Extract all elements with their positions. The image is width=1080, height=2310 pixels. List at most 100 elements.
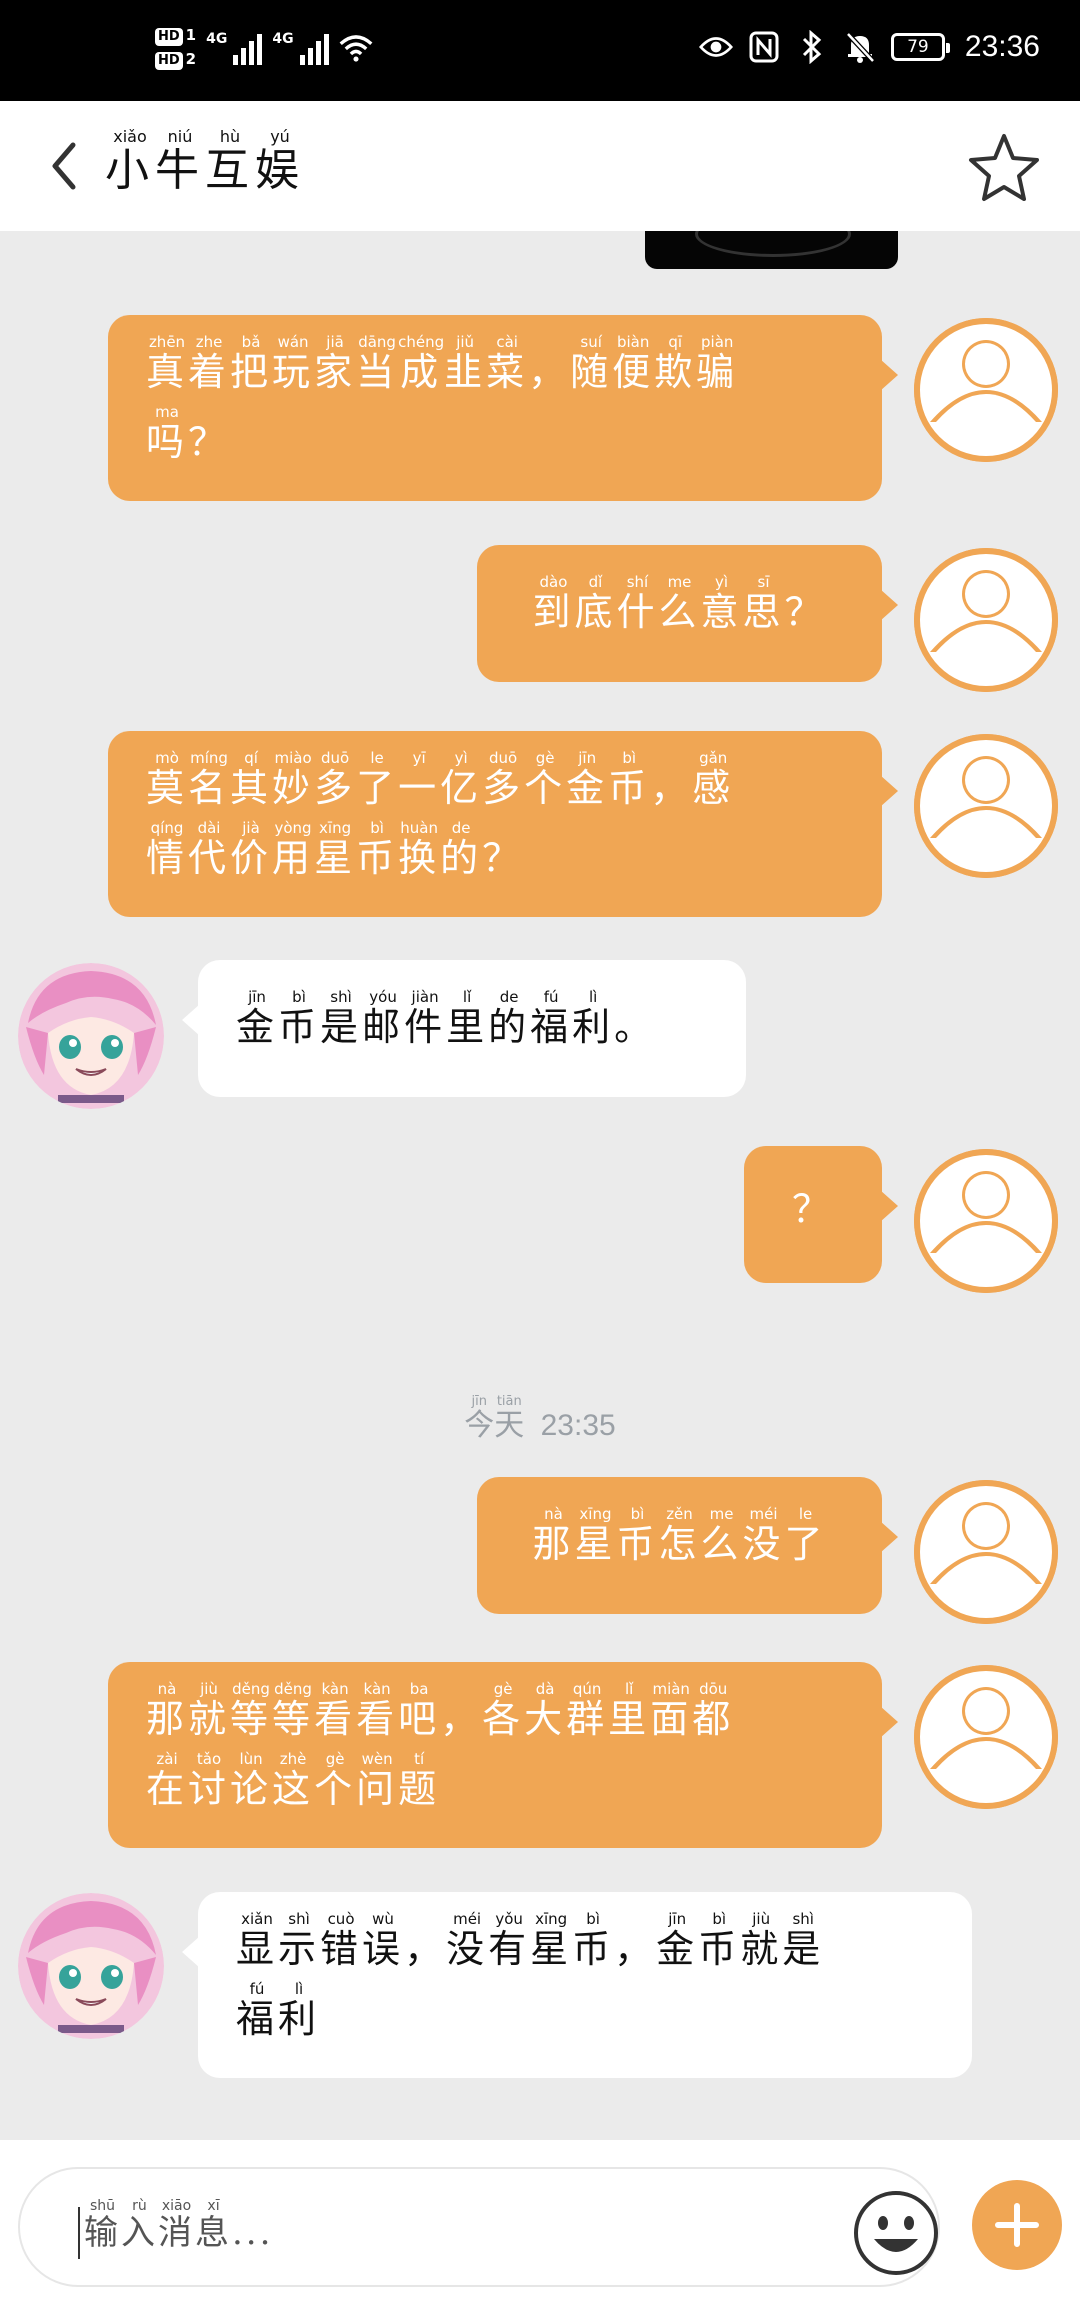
- user-avatar[interactable]: [914, 548, 1058, 692]
- message-input[interactable]: 输shū入rù消xiāo息xī...: [18, 2167, 940, 2287]
- message-char: 看kàn: [314, 1680, 357, 1741]
- message-char: 用yòng: [272, 819, 315, 880]
- message-char: 是shì: [320, 988, 363, 1049]
- image-message-partial[interactable]: [645, 231, 898, 269]
- message-char: 韭jiǔ: [444, 333, 487, 394]
- anime-avatar-icon: [18, 1893, 164, 2039]
- message-char: 币bì: [616, 1505, 659, 1566]
- text-cursor: [78, 2207, 80, 2259]
- message-char: ，: [528, 350, 571, 394]
- message-text-line: 在zài讨tǎo论lùn这zhè个gè问wèn题tí: [146, 1750, 844, 1822]
- message-char: 币bì: [608, 749, 651, 810]
- message-char: 题tí: [398, 1750, 441, 1811]
- message-char: 就jiù: [740, 1910, 783, 1971]
- message-char: 没méi: [446, 1910, 489, 1971]
- sent-message-bubble[interactable]: 莫mò名míng其qí妙miào多duō了le一yī亿yì多duō个gè金jīn…: [108, 731, 898, 917]
- contact-avatar[interactable]: [18, 963, 164, 1109]
- smiley-icon: [854, 2191, 938, 2275]
- default-user-icon: [914, 1665, 1058, 1809]
- message-char: 怎zěn: [658, 1505, 701, 1566]
- message-char: 到dào: [532, 573, 575, 634]
- message-char: 吗ma: [146, 403, 189, 464]
- message-char: 意yì: [700, 573, 743, 634]
- message-char: 欺qī: [654, 333, 697, 394]
- message-char: ，: [404, 1927, 447, 1971]
- message-char: 什shí: [616, 573, 659, 634]
- star-icon: [969, 134, 1039, 201]
- message-text-line: 到dào底dǐ什shí么me意yì思sī？: [515, 573, 844, 645]
- sent-message-bubble[interactable]: 真zhēn着zhe把bǎ玩wán家jiā当dāng成chéng韭jiǔ菜cài，…: [108, 315, 898, 501]
- user-avatar[interactable]: [914, 318, 1058, 462]
- message-text-line: 显xiǎn示shì错cuò误wù，没méi有yǒu星xīng币bì，金jīn币b…: [236, 1910, 934, 1982]
- eye-icon: [698, 30, 733, 64]
- user-avatar[interactable]: [914, 1480, 1058, 1624]
- contact-avatar[interactable]: [18, 1893, 164, 2039]
- bluetooth-icon: [795, 30, 829, 64]
- nfc-icon: [747, 30, 781, 64]
- sent-message-bubble[interactable]: 到dào底dǐ什shí么me意yì思sī？: [477, 545, 898, 682]
- anime-avatar-icon: [18, 963, 164, 1109]
- message-char: ，: [440, 1697, 483, 1741]
- message-char: 群qún: [566, 1680, 609, 1741]
- emoji-button[interactable]: [852, 2189, 940, 2277]
- status-left: HD 1 HD 2 4G 4G: [155, 26, 373, 70]
- message-char: ，: [650, 766, 693, 810]
- user-avatar[interactable]: [914, 734, 1058, 878]
- sent-message-bubble[interactable]: ？: [744, 1146, 898, 1283]
- message-text-line: 那nà星xīng币bì怎zěn么me没méi了le: [515, 1505, 844, 1577]
- message-char: 随suí: [570, 333, 613, 394]
- message-text-line: 真zhēn着zhe把bǎ玩wán家jiā当dāng成chéng韭jiǔ菜cài，…: [146, 333, 844, 405]
- add-attachment-button[interactable]: [972, 2180, 1062, 2270]
- message-char: 骗piàn: [696, 333, 739, 394]
- received-message-bubble[interactable]: 显xiǎn示shì错cuò误wù，没méi有yǒu星xīng币bì，金jīn币b…: [182, 1892, 972, 2078]
- message-text-line: 金jīn币bì是shì邮yóu件jiàn里lǐ的de福fú利lì。: [236, 988, 708, 1060]
- back-button[interactable]: [38, 131, 88, 201]
- message-char: 代dài: [188, 819, 231, 880]
- plus-icon: [995, 2203, 1039, 2247]
- message-char: 面miàn: [650, 1680, 693, 1741]
- message-char: 名míng: [188, 749, 231, 810]
- message-char: 福fú: [530, 988, 573, 1049]
- message-char: 币bì: [356, 819, 399, 880]
- message-char: 星xīng: [314, 819, 357, 880]
- message-char: 利lì: [278, 1980, 321, 2041]
- message-char: 误wù: [362, 1910, 405, 1971]
- message-char: 金jīn: [236, 988, 279, 1049]
- message-char: ，: [614, 1927, 657, 1971]
- sim1-label: HD 1: [155, 26, 196, 46]
- message-char: 吧ba: [398, 1680, 441, 1741]
- app-header: 小xiǎo牛niú互hù娱yú: [0, 101, 1080, 231]
- signal-2-icon: 4G: [272, 31, 329, 65]
- message-char: 家jiā: [314, 333, 357, 394]
- message-char: 玩wán: [272, 333, 315, 394]
- message-char: 看kàn: [356, 1680, 399, 1741]
- network-type-2: 4G: [272, 31, 294, 47]
- message-input-placeholder-char: 输shū: [84, 2198, 121, 2253]
- message-char: 问wèn: [356, 1750, 399, 1811]
- message-char: 亿yì: [440, 749, 483, 810]
- received-message-bubble[interactable]: 金jīn币bì是shì邮yóu件jiàn里lǐ的de福fú利lì。: [182, 960, 746, 1097]
- message-text-line: 福fú利lì: [236, 1980, 934, 2052]
- message-char: 都dōu: [692, 1680, 735, 1741]
- message-char: 着zhe: [188, 333, 231, 394]
- sent-message-bubble[interactable]: 那nà就jiù等děng等děng看kàn看kàn吧ba，各gè大dà群qún里…: [108, 1662, 898, 1848]
- message-char: ？: [784, 590, 827, 634]
- message-char: 底dǐ: [574, 573, 617, 634]
- message-char: 其qí: [230, 749, 273, 810]
- message-char: 一yī: [398, 749, 441, 810]
- message-char: 么me: [658, 573, 701, 634]
- message-char: 换huàn: [398, 819, 441, 880]
- message-char: 价jià: [230, 819, 273, 880]
- sent-message-bubble[interactable]: 那nà星xīng币bì怎zěn么me没méi了le: [477, 1477, 898, 1614]
- favorite-star-button[interactable]: [968, 131, 1040, 203]
- message-char: 等děng: [230, 1680, 273, 1741]
- message-char: 了le: [784, 1505, 827, 1566]
- message-char: 就jiù: [188, 1680, 231, 1741]
- user-avatar[interactable]: [914, 1665, 1058, 1809]
- status-right: 79 23:36: [698, 30, 1040, 64]
- message-char: 多duō: [314, 749, 357, 810]
- user-avatar[interactable]: [914, 1149, 1058, 1293]
- message-char: ？: [791, 1187, 834, 1231]
- message-char: 没méi: [742, 1505, 785, 1566]
- timestamp-time: 23:35: [540, 1409, 616, 1442]
